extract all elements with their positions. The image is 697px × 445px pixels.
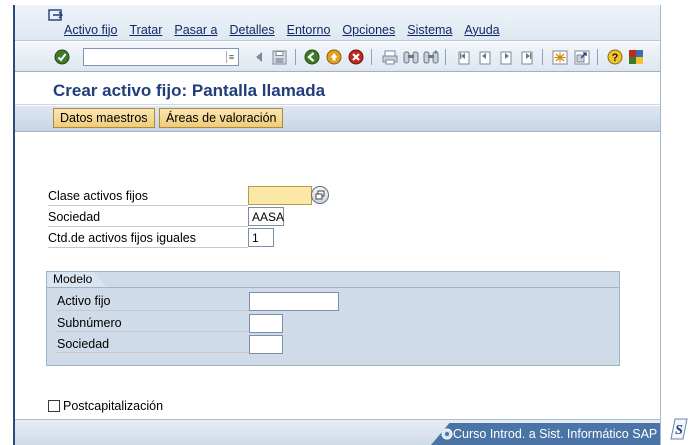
right-gutter	[660, 0, 697, 445]
ctd-activos-field[interactable]: 1	[248, 228, 274, 247]
command-field[interactable]: ≡	[83, 48, 239, 66]
postcapitalizacion-label[interactable]: Postcapitalización	[63, 399, 163, 413]
print-icon[interactable]	[381, 48, 399, 66]
menu-ayuda[interactable]: Ayuda	[464, 23, 499, 37]
menu-detalles[interactable]: Detalles	[229, 23, 274, 37]
shortcut-icon[interactable]	[573, 48, 591, 66]
command-history-icon[interactable]: ≡	[226, 51, 236, 63]
save-icon[interactable]	[270, 48, 288, 66]
svg-text:S: S	[675, 423, 683, 438]
title-bar: Crear activo fijo: Pantalla llamada	[15, 73, 660, 105]
menu-entorno[interactable]: Entorno	[287, 23, 331, 37]
modelo-group: Modelo Activo fijo Subnúmero Sociedad	[46, 271, 620, 366]
menu-activo-fijo[interactable]: Activo fijo	[64, 23, 118, 37]
sap-window: Activo fijo Tratar Pasar a Detalles Ento…	[13, 5, 661, 445]
exit-icon[interactable]	[325, 48, 343, 66]
customize-layout-icon[interactable]	[627, 48, 645, 66]
status-text: Curso Introd. a Sist. Informático SAP	[453, 427, 658, 441]
cancel-icon[interactable]	[347, 48, 365, 66]
activo-fijo-label: Activo fijo	[57, 294, 111, 308]
new-session-icon[interactable]	[551, 48, 569, 66]
ctd-activos-label: Ctd.de activos fijos iguales	[48, 231, 196, 245]
standard-toolbar: ≡ ?	[15, 42, 660, 72]
status-tag: Curso Introd. a Sist. Informático SAP	[431, 423, 660, 445]
left-gutter	[0, 0, 13, 445]
activo-fijo-field[interactable]	[249, 292, 339, 311]
sap-gear-icon	[441, 428, 453, 440]
modelo-sociedad-field[interactable]	[249, 335, 283, 354]
first-page-icon[interactable]	[455, 48, 473, 66]
modelo-sociedad-label: Sociedad	[57, 337, 110, 351]
clase-activos-label: Clase activos fijos	[48, 189, 149, 203]
enter-icon[interactable]	[53, 48, 71, 66]
sap-logo-icon: S	[662, 415, 697, 443]
postcapitalizacion-checkbox[interactable]	[48, 400, 60, 412]
subnumero-label: Subnúmero	[57, 316, 122, 330]
system-menu-icon[interactable]	[48, 9, 64, 23]
clase-activos-field[interactable]	[248, 186, 312, 205]
svg-text:?: ?	[612, 52, 619, 64]
modelo-group-title: Modelo	[47, 272, 107, 288]
next-page-icon[interactable]	[497, 48, 515, 66]
find-next-icon[interactable]	[422, 48, 440, 66]
find-icon[interactable]	[402, 48, 420, 66]
sociedad-label: Sociedad	[48, 210, 101, 224]
application-toolbar: Datos maestros Áreas de valoración	[15, 106, 660, 132]
value-help-icon[interactable]	[311, 186, 329, 204]
datos-maestros-button[interactable]: Datos maestros	[53, 108, 155, 128]
help-icon[interactable]: ?	[606, 48, 624, 66]
sociedad-field[interactable]: AASA	[248, 207, 284, 226]
menu-tratar[interactable]: Tratar	[130, 23, 163, 37]
menu-bar: Activo fijo Tratar Pasar a Detalles Ento…	[15, 5, 660, 41]
collapse-icon[interactable]	[250, 48, 268, 66]
back-icon[interactable]	[303, 48, 321, 66]
status-bar: Curso Introd. a Sist. Informático SAP	[15, 419, 660, 445]
subnumero-field[interactable]	[249, 314, 283, 333]
last-page-icon[interactable]	[518, 48, 536, 66]
page-title: Crear activo fijo: Pantalla llamada	[53, 81, 326, 100]
menu-sistema[interactable]: Sistema	[407, 23, 452, 37]
menu-pasar-a[interactable]: Pasar a	[174, 23, 217, 37]
menu-opciones[interactable]: Opciones	[342, 23, 395, 37]
prev-page-icon[interactable]	[476, 48, 494, 66]
areas-valoracion-button[interactable]: Áreas de valoración	[159, 108, 284, 128]
